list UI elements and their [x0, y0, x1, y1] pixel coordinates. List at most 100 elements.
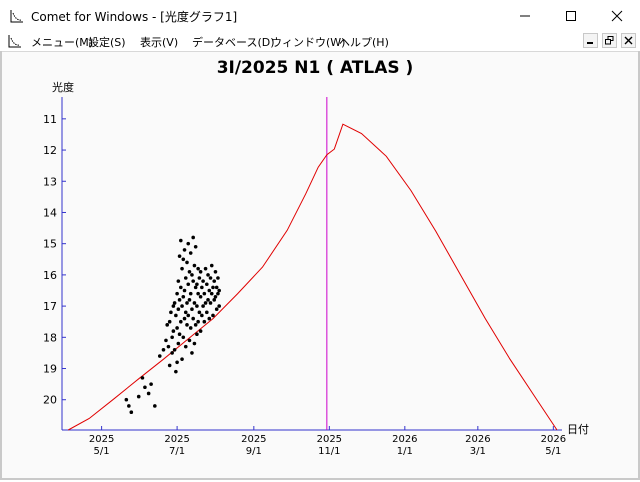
- x-axis-label: 日付: [567, 423, 589, 436]
- observation-point: [181, 257, 186, 262]
- observation-point: [124, 397, 129, 402]
- observation-point: [175, 291, 179, 296]
- observation-point: [217, 304, 221, 308]
- observation-point: [186, 282, 191, 287]
- observation-point: [172, 301, 177, 305]
- observation-point: [188, 291, 193, 296]
- graph-icon[interactable]: [8, 34, 22, 48]
- observation-point: [161, 347, 166, 352]
- y-tick-label: 19: [43, 363, 57, 376]
- predicted-magnitude-curve: [67, 123, 558, 431]
- menu-item-help[interactable]: ヘルプ(H): [339, 34, 389, 50]
- x-tick-year: 2026: [465, 434, 490, 445]
- observation-point: [202, 319, 207, 324]
- observation-point: [175, 326, 179, 330]
- y-tick-label: 11: [43, 113, 57, 126]
- y-tick-label: 18: [43, 331, 57, 344]
- observation-point: [188, 326, 193, 330]
- child-minimize-button[interactable]: [583, 33, 598, 48]
- observation-point: [196, 291, 200, 296]
- observation-point: [207, 288, 212, 293]
- observation-point: [197, 310, 202, 315]
- menu-item-view[interactable]: 表示(V): [140, 34, 178, 50]
- observation-point: [217, 288, 221, 293]
- observation-point: [186, 241, 191, 246]
- observation-point: [205, 282, 209, 287]
- y-tick-label: 13: [43, 175, 57, 188]
- observation-point: [195, 332, 199, 336]
- observation-point: [206, 298, 210, 302]
- observation-point: [176, 341, 181, 346]
- observation-point: [190, 307, 194, 312]
- observation-point: [192, 263, 197, 268]
- menu-item-window[interactable]: ウィンドウ(W): [271, 34, 345, 50]
- x-tick-date: 5/1: [94, 446, 110, 457]
- x-tick-date: 1/1: [397, 446, 413, 457]
- child-close-button[interactable]: [621, 33, 636, 48]
- chart-title: 3I/2025 N1 ( ATLAS ): [217, 58, 414, 78]
- observation-point: [213, 269, 218, 274]
- observation-point: [198, 269, 203, 274]
- x-tick-date: 7/1: [169, 446, 185, 457]
- observation-point: [191, 316, 195, 321]
- observation-point: [190, 351, 194, 355]
- menu-item-menu[interactable]: メニュー(M): [31, 34, 93, 50]
- observation-point: [171, 304, 176, 308]
- close-button[interactable]: [594, 0, 640, 31]
- observation-point: [172, 347, 177, 352]
- observed-magnitudes: [124, 235, 221, 415]
- close-icon: [611, 10, 623, 21]
- menu-bar: メニュー(M) 設定(S) 表示(V) データベース(D) ウィンドウ(W) ヘ…: [0, 31, 640, 52]
- observation-point: [129, 410, 134, 415]
- observation-point: [185, 323, 189, 327]
- observation-point: [193, 245, 198, 249]
- child-restore-button[interactable]: [602, 33, 617, 48]
- observation-point: [182, 316, 187, 321]
- observation-point: [216, 291, 220, 296]
- observation-point: [170, 351, 174, 355]
- observation-point: [180, 266, 184, 271]
- y-tick-label: 15: [43, 238, 57, 251]
- observation-point: [182, 288, 187, 293]
- child-restore-icon: [605, 36, 614, 45]
- observation-point: [185, 301, 189, 305]
- observation-point: [174, 369, 178, 374]
- observation-point: [165, 323, 169, 327]
- observation-point: [175, 360, 179, 365]
- observation-point: [201, 279, 205, 283]
- x-tick-year: 2026: [392, 434, 417, 445]
- observation-point: [216, 276, 220, 280]
- observation-point: [203, 266, 208, 271]
- observation-point: [190, 273, 194, 277]
- y-axis-label: 光度: [52, 80, 74, 94]
- menu-item-settings[interactable]: 設定(S): [88, 34, 126, 50]
- child-minimize-icon: [587, 42, 593, 44]
- x-tick-date: 9/1: [246, 446, 262, 457]
- observation-point: [183, 310, 188, 315]
- y-tick-label: 16: [43, 269, 57, 282]
- observation-point: [213, 294, 218, 299]
- observation-point: [192, 301, 197, 305]
- observation-point: [177, 254, 182, 258]
- observation-point: [167, 319, 172, 324]
- observation-point: [166, 344, 171, 349]
- observation-point: [195, 282, 199, 287]
- observation-point: [179, 285, 183, 290]
- observation-point: [207, 316, 212, 321]
- observation-point: [157, 354, 162, 358]
- observation-point: [149, 382, 153, 386]
- minimize-button[interactable]: [502, 0, 548, 31]
- menu-item-database[interactable]: データベース(D): [192, 34, 275, 50]
- observation-point: [171, 329, 176, 333]
- observation-point: [176, 307, 181, 312]
- observation-point: [140, 376, 145, 380]
- observation-point: [212, 298, 217, 302]
- title-bar[interactable]: Comet for Windows - [光度グラフ1]: [0, 0, 640, 31]
- observation-point: [187, 338, 192, 343]
- x-tick-date: 11/1: [318, 446, 340, 457]
- observation-point: [180, 304, 184, 308]
- maximize-button[interactable]: [548, 0, 594, 31]
- observation-point: [196, 266, 200, 271]
- observation-point: [200, 285, 204, 290]
- x-tick-date: 5/1: [545, 446, 561, 457]
